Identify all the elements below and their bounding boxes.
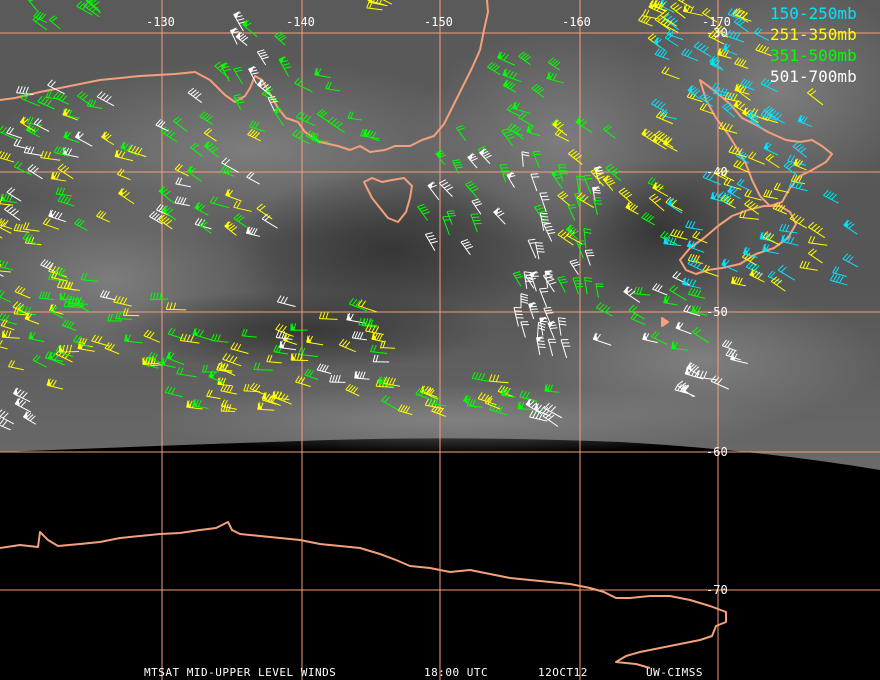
legend-item: 501-700mb bbox=[770, 67, 857, 86]
latitude-label: -30 bbox=[706, 26, 728, 40]
latitude-label: -70 bbox=[706, 583, 728, 597]
antarctica-coast bbox=[0, 521, 727, 669]
latitude-label: -40 bbox=[706, 165, 728, 179]
valid-time: 18:00 UTC bbox=[424, 666, 488, 679]
source-credit: UW-CIMSS bbox=[646, 666, 703, 679]
satellite-map: -130 -140 -150 -160 -170 -30 -40 -50 -60… bbox=[0, 0, 880, 680]
longitude-label: -150 bbox=[424, 15, 453, 29]
latitude-label: -60 bbox=[706, 445, 728, 459]
longitude-label: -160 bbox=[562, 15, 591, 29]
longitude-label: -130 bbox=[146, 15, 175, 29]
legend-item: 251-350mb bbox=[770, 25, 857, 44]
longitude-label: -140 bbox=[286, 15, 315, 29]
latitude-label: -50 bbox=[706, 305, 728, 319]
valid-date: 12OCT12 bbox=[538, 666, 588, 679]
product-name: MTSAT MID-UPPER LEVEL WINDS bbox=[144, 666, 336, 679]
legend-item: 150-250mb bbox=[770, 4, 857, 23]
footer-caption: MTSAT MID-UPPER LEVEL WINDS 18:00 UTC 12… bbox=[144, 666, 703, 679]
legend-item: 351-500mb bbox=[770, 46, 857, 65]
map-canvas: -130 -140 -150 -160 -170 -30 -40 -50 -60… bbox=[0, 0, 880, 680]
